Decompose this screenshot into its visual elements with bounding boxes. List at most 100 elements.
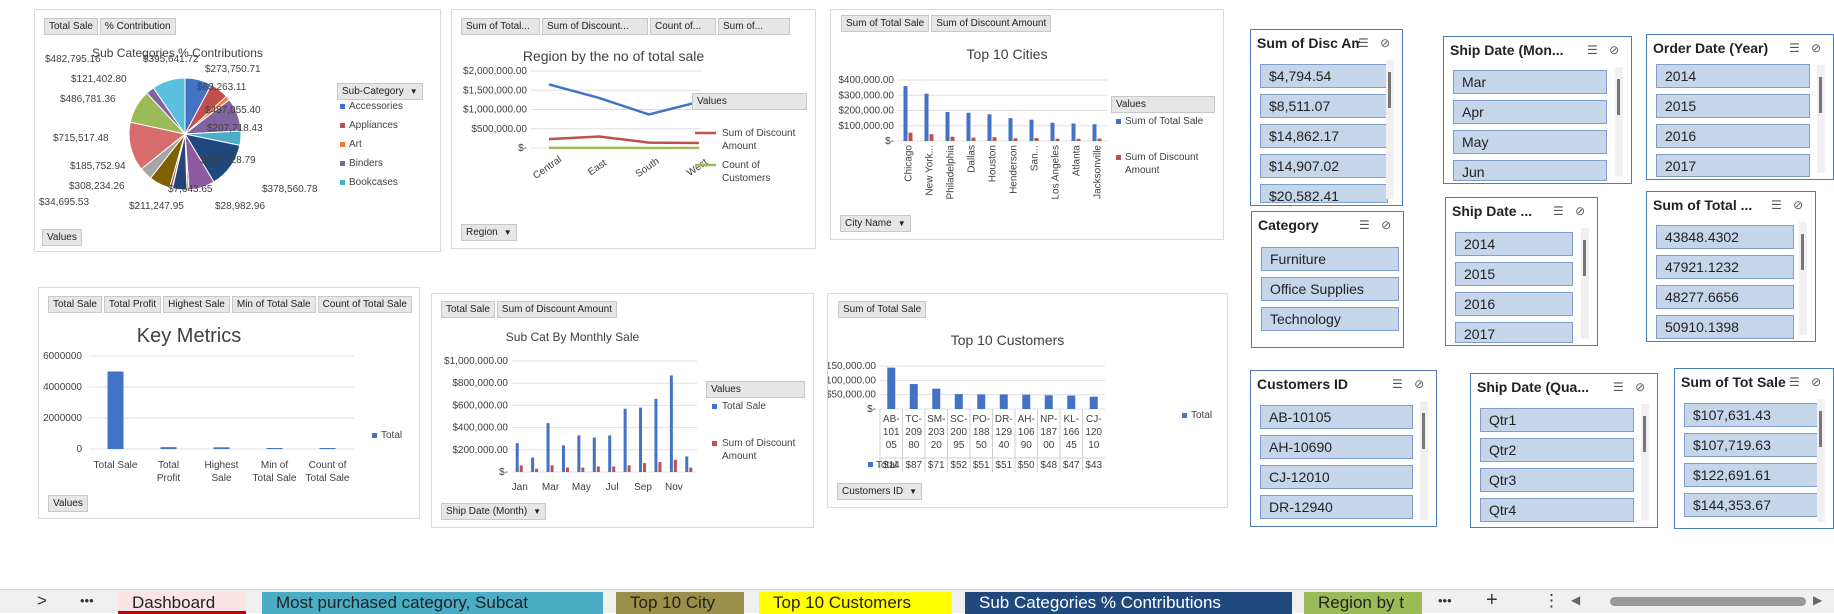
- slicer-item[interactable]: Technology: [1261, 307, 1399, 331]
- slicer-scrollbar[interactable]: [1817, 65, 1825, 173]
- slicer-item[interactable]: $14,907.02: [1260, 154, 1388, 178]
- more-sheets-right-button[interactable]: •••: [1438, 593, 1452, 608]
- multi-select-icon[interactable]: ☰: [1613, 380, 1624, 394]
- slicer-customers-id[interactable]: Customers ID☰ ⊘AB-10105AH-10690CJ-12010D…: [1250, 370, 1437, 527]
- slicer-item[interactable]: $144,353.67: [1684, 493, 1822, 517]
- scroll-left-button[interactable]: ◀: [1571, 593, 1580, 607]
- monthly-chart-panel[interactable]: Total Sale Sum of Discount Amount Sub Ca…: [431, 293, 814, 528]
- slicer-item[interactable]: Jun: [1453, 160, 1607, 181]
- scroll-right-button[interactable]: ▶: [1813, 593, 1822, 607]
- region-axis-button[interactable]: Region▼: [461, 224, 517, 241]
- pie-chart-panel[interactable]: Total Sale % Contribution Sub Categories…: [34, 9, 441, 252]
- more-sheets-button[interactable]: •••: [80, 593, 94, 608]
- slicer-ship-date-year[interactable]: Ship Date ...☰ ⊘2014201520162017: [1445, 197, 1598, 346]
- slicer-item[interactable]: Furniture: [1261, 247, 1399, 271]
- slicer-item[interactable]: $4,794.54: [1260, 64, 1388, 88]
- clear-filter-icon[interactable]: ⊘: [1811, 375, 1821, 389]
- slicer-item[interactable]: 50910.1398: [1656, 315, 1794, 339]
- slicer-item[interactable]: Qtr1: [1480, 408, 1634, 432]
- clear-filter-icon[interactable]: ⊘: [1635, 380, 1645, 394]
- slicer-item[interactable]: 2014: [1455, 232, 1573, 256]
- slicer-sum-disc-amt[interactable]: Sum of Disc Amt☰ ⊘$4,794.54$8,511.07$14,…: [1250, 29, 1403, 206]
- slicer-scrollbar[interactable]: [1581, 228, 1589, 339]
- multi-select-icon[interactable]: ☰: [1789, 41, 1800, 55]
- scrollbar-thumb[interactable]: [1422, 413, 1425, 449]
- add-sheet-button[interactable]: +: [1486, 589, 1498, 612]
- multi-select-icon[interactable]: ☰: [1358, 36, 1369, 50]
- scrollbar-thumb[interactable]: [1819, 77, 1822, 113]
- month-axis-button[interactable]: Ship Date (Month)▼: [441, 503, 546, 520]
- clear-filter-icon[interactable]: ⊘: [1793, 198, 1803, 212]
- slicer-item[interactable]: 43848.4302: [1656, 225, 1794, 249]
- slicer-scrollbar[interactable]: [1420, 401, 1428, 520]
- slicer-item[interactable]: 2016: [1455, 292, 1573, 316]
- multi-select-icon[interactable]: ☰: [1587, 43, 1598, 57]
- sheet-options-button[interactable]: ⋮: [1543, 591, 1560, 611]
- sheet-tab[interactable]: Top 10 Customers: [759, 592, 952, 614]
- slicer-item[interactable]: AB-10105: [1260, 405, 1413, 429]
- slicer-item[interactable]: 2016: [1656, 124, 1810, 148]
- clear-filter-icon[interactable]: ⊘: [1811, 41, 1821, 55]
- legend-field-button[interactable]: Sub-Category▼: [337, 83, 423, 100]
- slicer-item[interactable]: 48277.6656: [1656, 285, 1794, 309]
- slicer-item[interactable]: May: [1453, 130, 1607, 154]
- slicer-ship-date-month[interactable]: Ship Date (Mon...☰ ⊘MarAprMayJun: [1443, 36, 1632, 184]
- slicer-item[interactable]: 2017: [1656, 154, 1810, 177]
- scrollbar-thumb[interactable]: [1583, 240, 1586, 276]
- scrollbar-thumb[interactable]: [1617, 79, 1620, 115]
- city-axis-button[interactable]: City Name▼: [840, 215, 911, 232]
- slicer-sum-of-tot-sale[interactable]: Sum of Tot Sale☰ ⊘$107,631.43$107,719.63…: [1674, 368, 1834, 529]
- values-button[interactable]: Values: [42, 229, 82, 246]
- slicer-item[interactable]: 2015: [1656, 94, 1810, 118]
- slicer-item[interactable]: 2017: [1455, 322, 1573, 343]
- scrollbar-thumb[interactable]: [1388, 72, 1391, 108]
- slicer-item[interactable]: $20,582.41: [1260, 184, 1388, 203]
- slicer-item[interactable]: Apr: [1453, 100, 1607, 124]
- slicer-ship-date-quarter[interactable]: Ship Date (Qua...☰ ⊘Qtr1Qtr2Qtr3Qtr4: [1470, 373, 1658, 528]
- slicer-item[interactable]: Office Supplies: [1261, 277, 1399, 301]
- region-chart-panel[interactable]: Sum of Total... Sum of Discount... Count…: [451, 9, 816, 249]
- slicer-category[interactable]: Category☰ ⊘FurnitureOffice SuppliesTechn…: [1251, 211, 1404, 348]
- slicer-item[interactable]: 47921.1232: [1656, 255, 1794, 279]
- slicer-item[interactable]: AH-10690: [1260, 435, 1413, 459]
- slicer-item[interactable]: Qtr3: [1480, 468, 1634, 492]
- slicer-scrollbar[interactable]: [1817, 399, 1825, 522]
- slicer-item[interactable]: Mar: [1453, 70, 1607, 94]
- slicer-scrollbar[interactable]: [1386, 60, 1394, 199]
- customer-axis-button[interactable]: Customers ID▼: [837, 483, 922, 500]
- slicer-scrollbar[interactable]: [1615, 67, 1623, 177]
- multi-select-icon[interactable]: ☰: [1553, 204, 1564, 218]
- slicer-sum-of-total[interactable]: Sum of Total ...☰ ⊘43848.430247921.12324…: [1646, 191, 1816, 342]
- slicer-scrollbar[interactable]: [1641, 404, 1649, 521]
- clear-filter-icon[interactable]: ⊘: [1414, 377, 1424, 391]
- slicer-scrollbar[interactable]: [1799, 222, 1807, 335]
- clear-filter-icon[interactable]: ⊘: [1575, 204, 1585, 218]
- values-button[interactable]: Values: [48, 495, 88, 512]
- sheet-tab[interactable]: Sub Categories % Contributions: [965, 592, 1292, 614]
- cities-chart-panel[interactable]: Sum of Total Sale Sum of Discount Amount…: [830, 9, 1224, 240]
- sheet-tab[interactable]: Region by t: [1304, 592, 1422, 614]
- sheet-tab[interactable]: Top 10 City: [616, 592, 744, 614]
- slicer-item[interactable]: 2015: [1455, 262, 1573, 286]
- metrics-chart-panel[interactable]: Total Sale Total Profit Highest Sale Min…: [38, 287, 420, 519]
- slicer-order-date-year[interactable]: Order Date (Year)☰ ⊘2014201520162017: [1646, 34, 1834, 180]
- multi-select-icon[interactable]: ☰: [1392, 377, 1403, 391]
- slicer-item[interactable]: Qtr4: [1480, 498, 1634, 522]
- scrollbar-thumb[interactable]: [1801, 234, 1804, 270]
- slicer-item[interactable]: $107,719.63: [1684, 433, 1822, 457]
- slicer-item[interactable]: $122,691.61: [1684, 463, 1822, 487]
- slicer-item[interactable]: DR-12940: [1260, 495, 1413, 519]
- customers-chart-panel[interactable]: Sum of Total Sale Top 10 Customers $150,…: [827, 293, 1228, 508]
- slicer-item[interactable]: $107,631.43: [1684, 403, 1822, 427]
- clear-filter-icon[interactable]: ⊘: [1381, 218, 1391, 232]
- clear-filter-icon[interactable]: ⊘: [1380, 36, 1390, 50]
- slicer-item[interactable]: Qtr2: [1480, 438, 1634, 462]
- scrollbar-thumb[interactable]: [1643, 416, 1646, 452]
- slicer-item[interactable]: CJ-12010: [1260, 465, 1413, 489]
- sheet-tab[interactable]: Dashboard: [118, 592, 246, 614]
- scrollbar-thumb[interactable]: [1819, 411, 1822, 447]
- multi-select-icon[interactable]: ☰: [1789, 375, 1800, 389]
- slicer-item[interactable]: $14,862.17: [1260, 124, 1388, 148]
- horizontal-scrollbar[interactable]: [1610, 597, 1806, 606]
- multi-select-icon[interactable]: ☰: [1771, 198, 1782, 212]
